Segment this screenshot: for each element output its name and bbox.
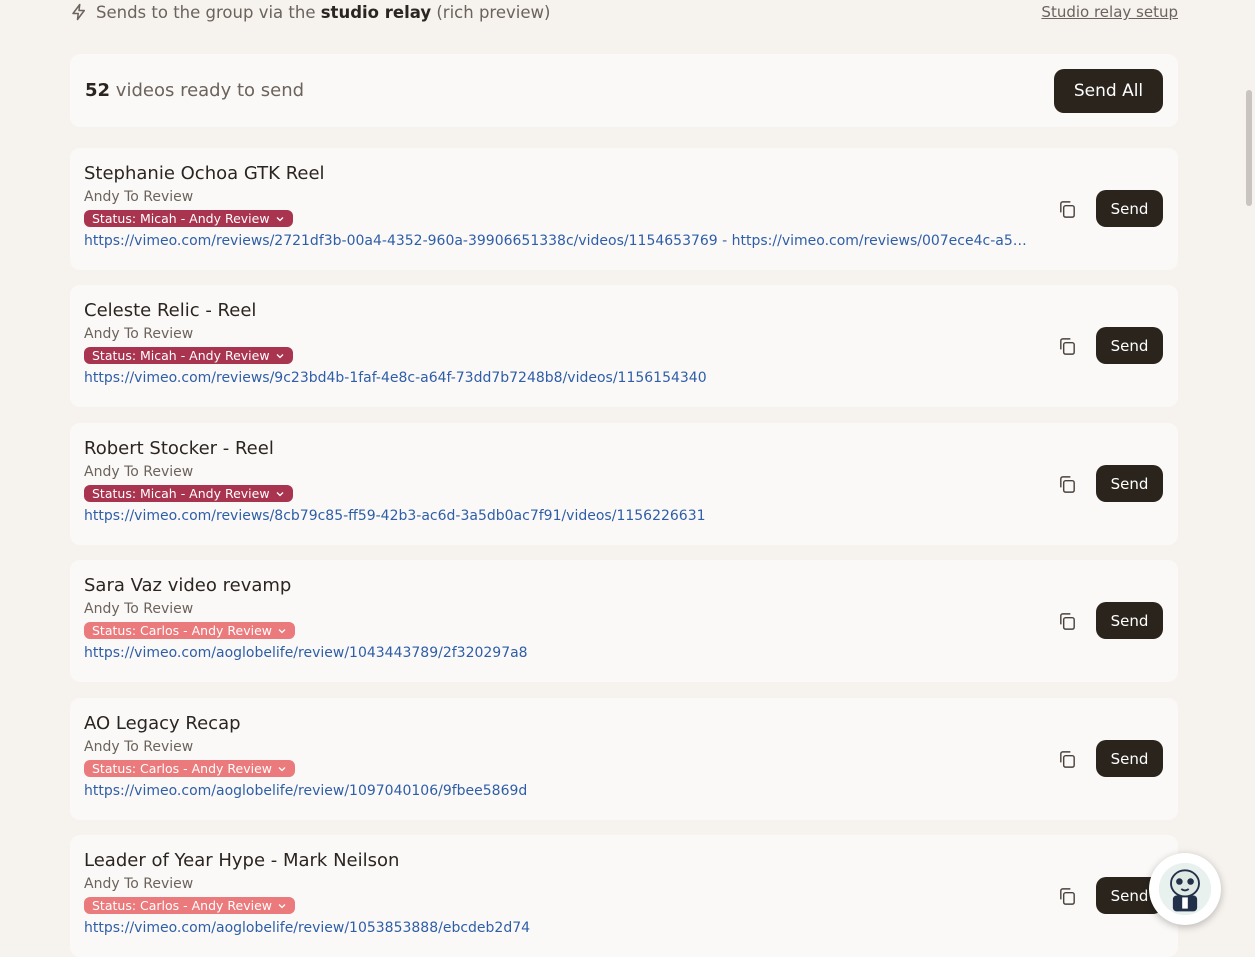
video-card: Sara Vaz video revamp Andy To Review Sta… [70, 560, 1178, 682]
copy-icon[interactable] [1056, 335, 1078, 357]
scrollbar-thumb[interactable] [1246, 90, 1252, 206]
ready-count: 52 [85, 80, 111, 101]
ready-count-label: videos ready to send [115, 80, 305, 101]
status-label: Status: Micah - Andy Review [92, 486, 270, 501]
status-dropdown[interactable]: Status: Carlos - Andy Review [84, 622, 296, 639]
video-subtitle: Andy To Review [84, 601, 194, 617]
chevron-down-icon [275, 489, 285, 499]
video-review-link[interactable]: https://vimeo.com/reviews/9c23bd4b-1faf-… [84, 368, 1029, 388]
video-card: Robert Stocker - Reel Andy To Review Sta… [70, 423, 1178, 545]
video-review-link[interactable]: https://vimeo.com/reviews/8cb79c85-ff59-… [84, 506, 1029, 526]
video-title: Celeste Relic - Reel [84, 300, 257, 321]
video-card: AO Legacy Recap Andy To Review Status: C… [70, 698, 1178, 820]
copy-icon[interactable] [1056, 885, 1078, 907]
ready-count-text: 52 videos ready to send [85, 80, 304, 101]
video-card: Leader of Year Hype - Mark Neilson Andy … [70, 835, 1178, 957]
send-button[interactable]: Send [1096, 740, 1163, 777]
status-dropdown[interactable]: Status: Micah - Andy Review [84, 485, 293, 502]
status-label: Status: Carlos - Andy Review [92, 898, 273, 913]
send-summary-panel: 52 videos ready to send Send All [70, 54, 1178, 127]
video-card: Stephanie Ochoa GTK Reel Andy To Review … [70, 148, 1178, 270]
video-review-link[interactable]: https://vimeo.com/aoglobelife/review/105… [84, 918, 1029, 938]
chevron-down-icon [277, 764, 287, 774]
robot-mascot-icon [1158, 862, 1212, 916]
lightning-icon [70, 3, 88, 21]
video-subtitle: Andy To Review [84, 464, 194, 480]
assistant-avatar-button[interactable] [1149, 853, 1221, 925]
status-dropdown[interactable]: Status: Carlos - Andy Review [84, 897, 296, 914]
status-label: Status: Micah - Andy Review [92, 211, 270, 226]
status-label: Status: Carlos - Andy Review [92, 623, 273, 638]
chevron-down-icon [277, 626, 287, 636]
send-button[interactable]: Send [1096, 327, 1163, 364]
video-title: AO Legacy Recap [84, 713, 241, 734]
relay-note-prefix: Sends to the group via the [96, 2, 316, 22]
video-title: Sara Vaz video revamp [84, 575, 292, 596]
video-subtitle: Andy To Review [84, 739, 194, 755]
relay-note: Sends to the group via the studio relay … [70, 3, 550, 22]
send-button[interactable]: Send [1096, 602, 1163, 639]
copy-icon[interactable] [1056, 473, 1078, 495]
status-label: Status: Micah - Andy Review [92, 348, 270, 363]
video-subtitle: Andy To Review [84, 326, 194, 342]
copy-icon[interactable] [1056, 610, 1078, 632]
video-subtitle: Andy To Review [84, 189, 194, 205]
video-title: Leader of Year Hype - Mark Neilson [84, 850, 400, 871]
video-card: Celeste Relic - Reel Andy To Review Stat… [70, 285, 1178, 407]
copy-icon[interactable] [1056, 198, 1078, 220]
chevron-down-icon [277, 901, 287, 911]
send-all-button[interactable]: Send All [1054, 68, 1163, 113]
send-button[interactable]: Send [1096, 190, 1163, 227]
video-review-link[interactable]: https://vimeo.com/aoglobelife/review/104… [84, 643, 1029, 663]
copy-icon[interactable] [1056, 748, 1078, 770]
video-subtitle: Andy To Review [84, 876, 194, 892]
relay-note-suffix: (rich preview) [436, 2, 551, 22]
video-review-link[interactable]: https://vimeo.com/reviews/2721df3b-00a4-… [84, 231, 1029, 251]
status-label: Status: Carlos - Andy Review [92, 761, 273, 776]
video-title: Stephanie Ochoa GTK Reel [84, 163, 325, 184]
chevron-down-icon [275, 351, 285, 361]
status-dropdown[interactable]: Status: Micah - Andy Review [84, 210, 293, 227]
chevron-down-icon [275, 214, 285, 224]
video-title: Robert Stocker - Reel [84, 438, 274, 459]
relay-note-bar: Sends to the group via the studio relay … [70, 0, 1178, 24]
video-review-link[interactable]: https://vimeo.com/aoglobelife/review/109… [84, 781, 1029, 801]
status-dropdown[interactable]: Status: Carlos - Andy Review [84, 760, 296, 777]
studio-relay-setup-link[interactable]: Studio relay setup [1041, 3, 1178, 21]
send-button[interactable]: Send [1096, 465, 1163, 502]
status-dropdown[interactable]: Status: Micah - Andy Review [84, 347, 293, 364]
relay-note-bold: studio relay [320, 2, 432, 22]
